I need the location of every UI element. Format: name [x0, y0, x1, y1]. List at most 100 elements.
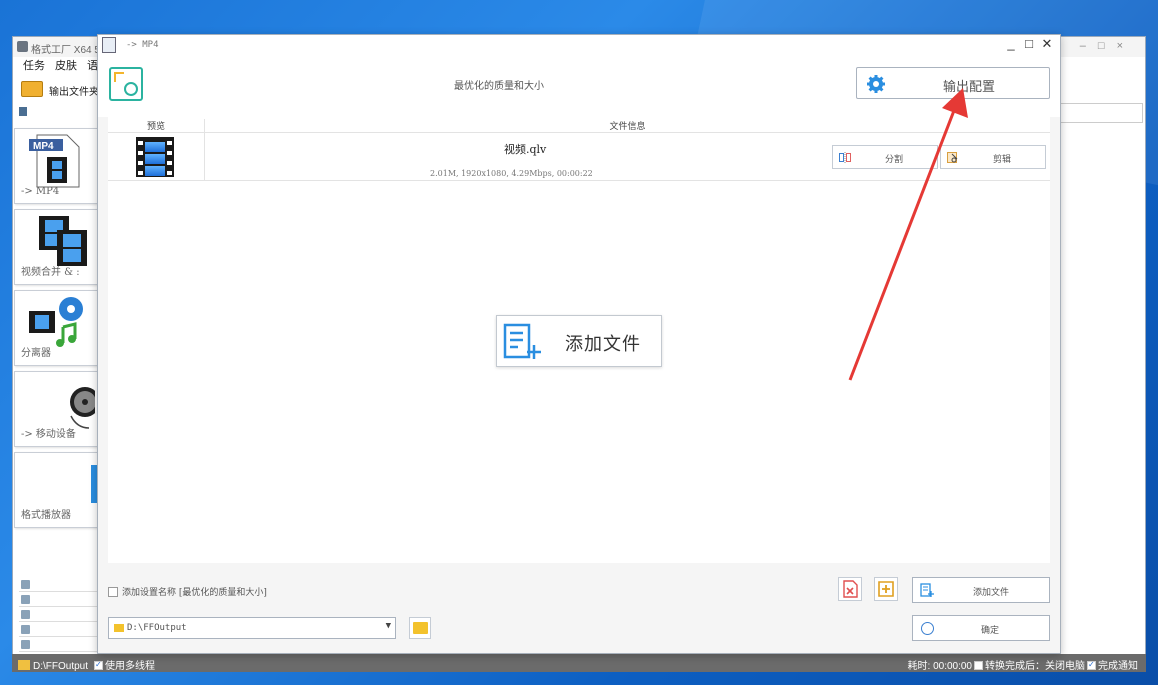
elapsed-time: 耗时: 00:00:00 [907, 661, 972, 672]
film-hole [138, 161, 143, 165]
file-name: 视频.qlv [504, 143, 547, 156]
category-rom[interactable] [19, 622, 99, 637]
sidebar-item-mp4[interactable]: MP4 -> MP4 [14, 128, 98, 204]
category-audio[interactable] [19, 577, 99, 592]
status-folder-icon[interactable] [18, 660, 30, 670]
multithread-label: 使用多线程 [105, 661, 156, 672]
mp4-dialog: -> MP4 _ □ ✕ 最优化的质量和大小 输出配置 预览 文件信息 视频.q… [97, 34, 1061, 654]
file-drop-area[interactable] [108, 183, 1050, 563]
main-minimize-button[interactable]: – [1080, 40, 1098, 52]
sidebar-label-mp4: -> MP4 [21, 186, 60, 197]
table-row[interactable]: 视频.qlv 2.01M, 1920x1080, 4.29Mbps, 00:00… [108, 133, 1050, 181]
column-divider [204, 133, 205, 181]
dialog-close-button[interactable]: ✕ [1038, 36, 1056, 52]
browse-folder-button[interactable] [409, 617, 431, 639]
main-window-controls[interactable]: –□× [1080, 40, 1135, 52]
disc-icon [21, 625, 30, 634]
folder-icon [114, 624, 124, 632]
sidebar-item-player[interactable]: 格式播放器 [14, 452, 99, 528]
chevron-down-icon[interactable]: ▼ [386, 621, 391, 631]
after-convert-checkbox[interactable] [974, 661, 983, 670]
remove-file-button[interactable] [838, 577, 862, 601]
file-table-header: 预览 文件信息 [108, 117, 1050, 135]
menubar: 任务 皮肤语 [13, 57, 103, 75]
dialog-minimize-button[interactable]: _ [1002, 36, 1020, 51]
output-config-label: 输出配置 [943, 80, 996, 95]
main-toolbar: 输出文件夹 [13, 77, 103, 101]
output-path-value: D:\FFOutput [127, 623, 187, 633]
dialog-maximize-button[interactable]: □ [1020, 36, 1038, 51]
panel-toggle-icon[interactable] [19, 107, 27, 116]
edit-label: 剪辑 [992, 155, 1011, 165]
film-hole [138, 171, 143, 175]
sidebar-label-splitter: 分离器 [21, 348, 51, 359]
file-info: 2.01M, 1920x1080, 4.29Mbps, 00:00:22 [430, 169, 593, 178]
add-file-label: 添加文件 [973, 588, 1010, 598]
statusbar: D:\FFOutput 使用多线程 耗时: 00:00:00 转换完成后：关闭电脑 完… [12, 654, 1146, 672]
setting-name-checkbox[interactable] [108, 587, 118, 597]
sidebar-item-splitter[interactable]: 分离器 [14, 290, 98, 366]
setting-name-label: 添加设置名称 [最优化的质量和大小] [122, 588, 267, 598]
add-file-button[interactable]: 添加文件 [912, 577, 1050, 603]
film-hole [167, 161, 172, 165]
category-image[interactable] [19, 592, 99, 607]
sidebar-label-video-merge: 视频合并 & : [21, 267, 80, 278]
svg-text:MP4: MP4 [33, 141, 54, 152]
add-folder-icon [878, 581, 894, 597]
film-hole [167, 151, 172, 155]
video-thumbnail-icon [136, 137, 174, 177]
folder-open-icon [413, 622, 428, 634]
film-frame [145, 154, 165, 164]
edit-button[interactable]: 剪辑 [940, 145, 1046, 169]
split-button[interactable]: 分割 [832, 145, 938, 169]
main-close-button[interactable]: × [1117, 40, 1135, 52]
film-hole [167, 171, 172, 175]
main-window-title: 格式工厂 X64 5 [31, 45, 100, 56]
film-frame [145, 166, 165, 176]
ok-label: 确定 [981, 626, 1000, 636]
file-table: 预览 文件信息 视频.qlv 2.01M, 1920x1080, 4.29Mbp… [108, 117, 1050, 183]
app-icon [17, 41, 28, 52]
add-folder-button[interactable] [874, 577, 898, 601]
sidebar-label-mobile: -> 移动设备 [21, 429, 76, 440]
add-file-icon [503, 323, 541, 359]
notify-checkbox[interactable] [1087, 661, 1096, 670]
film-hole [138, 151, 143, 155]
add-file-small-icon [920, 583, 934, 597]
splitter-icon [29, 297, 83, 347]
logo-gear-icon [124, 82, 138, 96]
audio-icon [21, 580, 30, 589]
output-folder-icon[interactable] [21, 81, 43, 97]
document-icon [21, 610, 30, 619]
sidebar-item-mobile[interactable]: -> 移动设备 [14, 371, 98, 447]
film-hole [138, 141, 143, 145]
category-tools[interactable] [19, 637, 99, 652]
output-config-button[interactable]: 输出配置 [856, 67, 1050, 99]
col-preview: 预览 [146, 122, 165, 132]
output-path-select[interactable]: D:\FFOutput ▼ [108, 617, 396, 639]
delete-file-icon [843, 580, 858, 598]
dialog-titlebar: -> MP4 _ □ ✕ [98, 35, 1060, 55]
dialog-header: 最优化的质量和大小 输出配置 [98, 55, 1060, 117]
menu-task[interactable]: 任务 [23, 60, 45, 72]
gear-icon [867, 75, 885, 93]
output-folder-label[interactable]: 输出文件夹 [49, 83, 99, 98]
add-file-big-button[interactable]: 添加文件 [496, 315, 662, 367]
film-hole [167, 141, 172, 145]
status-output-path[interactable]: D:\FFOutput [33, 661, 88, 672]
sidebar-item-video-merge[interactable]: 视频合并 & : [14, 209, 98, 285]
profile-settings-icon[interactable] [109, 67, 143, 101]
image-icon [21, 595, 30, 604]
main-maximize-button[interactable]: □ [1098, 40, 1117, 52]
menu-skin[interactable]: 皮肤 [55, 60, 77, 72]
dialog-app-icon [102, 37, 116, 53]
setting-name-option[interactable]: 添加设置名称 [最优化的质量和大小] [108, 585, 267, 598]
ok-button[interactable]: 确定 [912, 615, 1050, 641]
tools-icon [21, 640, 30, 649]
category-list [19, 577, 99, 652]
mp4-file-icon: MP4 [29, 134, 80, 188]
check-circle-icon [921, 622, 934, 635]
video-merge-icon [39, 216, 87, 266]
multithread-checkbox[interactable] [94, 661, 104, 670]
category-document[interactable] [19, 607, 99, 622]
